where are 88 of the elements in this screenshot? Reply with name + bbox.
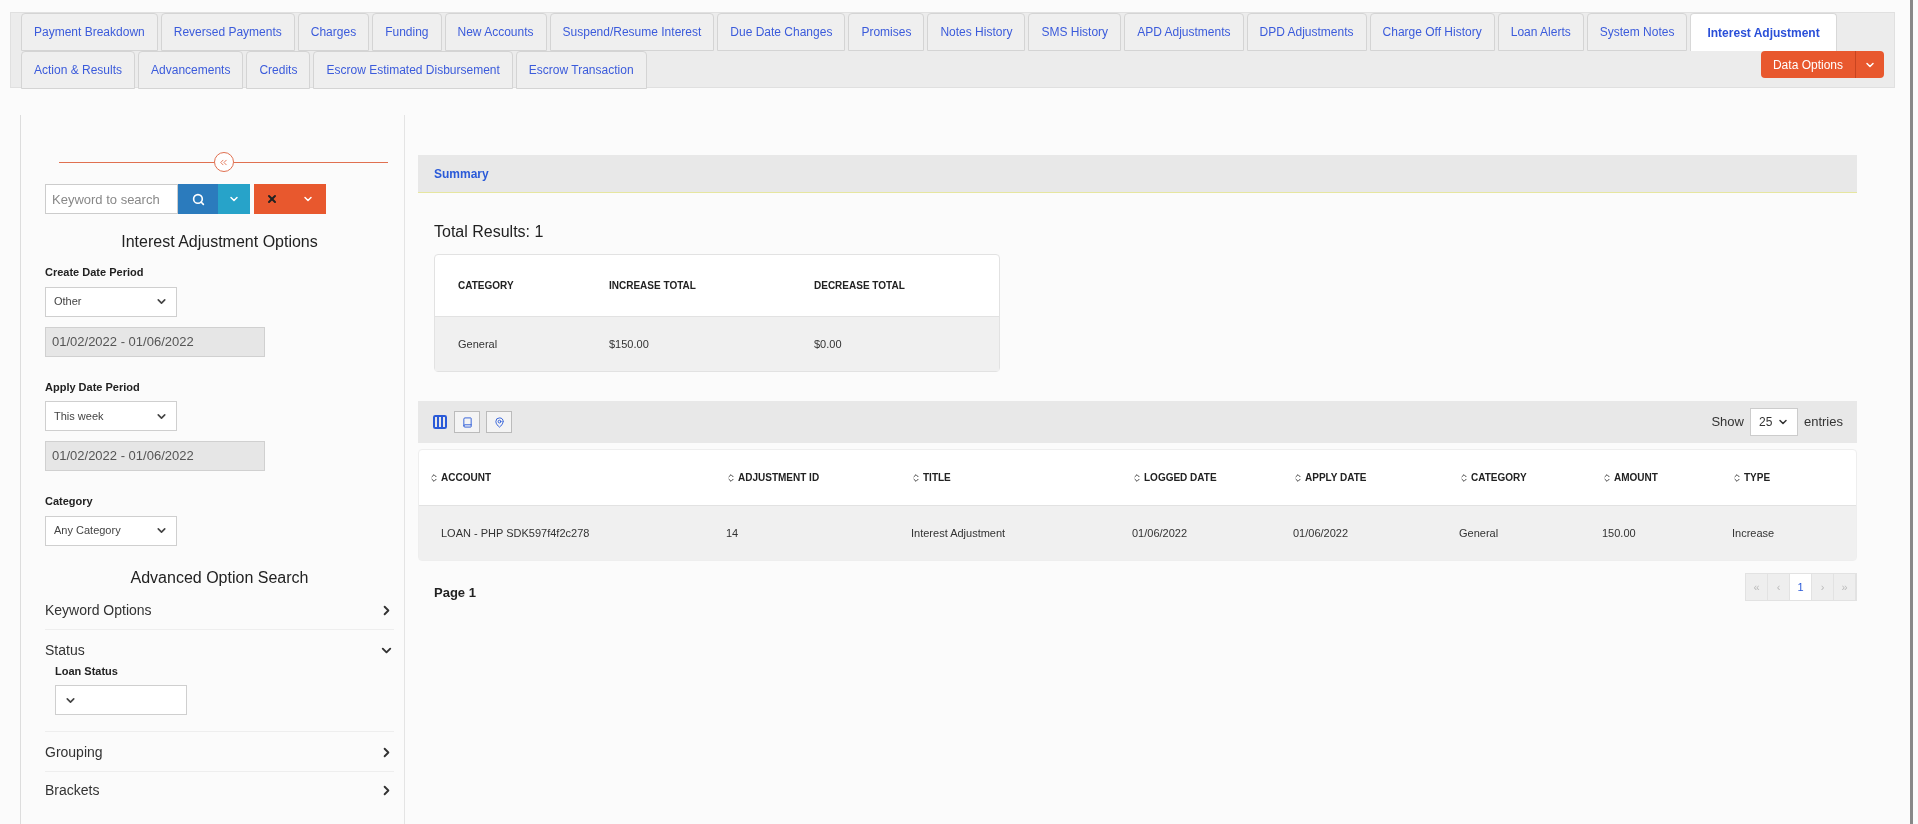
tab[interactable]: System Notes [1586,13,1688,51]
tab[interactable]: Due Date Changes [717,13,846,51]
tab[interactable]: Reversed Payments [160,13,295,51]
column-header[interactable]: LOGGED DATE [1132,470,1293,485]
accordion-header[interactable]: Brackets [45,780,394,801]
tab[interactable]: APD Adjustments [1124,13,1244,51]
sort-icon [1132,472,1142,483]
tab[interactable]: Action & Results [21,51,136,89]
column-header[interactable]: ACCOUNT [429,470,726,485]
sort-icon [1293,472,1303,483]
column-header[interactable]: TITLE [911,470,1132,485]
field-label: Loan Status [55,663,119,679]
tab[interactable]: DPD Adjustments [1246,13,1367,51]
column-header: INCREASE TOTAL [609,279,697,293]
table-cell-text: 150.00 [1602,525,1637,541]
date-range-field[interactable]: 01/02/2022 - 01/06/2022 [45,326,265,357]
column-header: DECREASE TOTAL [814,279,906,293]
tab[interactable]: Payment Breakdown [21,13,158,51]
table-cell-text: 14 [726,525,740,541]
tab[interactable]: Charge Off History [1369,13,1495,51]
data-options-button[interactable]: Data Options [1760,51,1884,78]
tab[interactable]: Advancements [138,51,244,89]
accordion-header[interactable]: Grouping [45,742,394,763]
location-button[interactable] [486,411,512,433]
column-header: CATEGORY [458,279,515,293]
section-title: Interest Adjustment Options [120,232,319,252]
column-header[interactable]: TYPE [1732,470,1832,485]
column-header[interactable]: APPLY DATE [1293,470,1459,485]
field-label: Create Date Period [45,265,145,280]
sort-icon [1732,472,1742,483]
show-label: Show [1711,413,1744,432]
sort-icon [429,472,439,483]
tab[interactable]: Charges [297,13,370,51]
export-button[interactable] [454,411,480,433]
sort-icon [1602,472,1612,483]
column-header[interactable]: CATEGORY [1459,470,1602,485]
search-field[interactable]: Keyword to search [45,184,178,214]
collapse-button[interactable] [213,152,234,172]
tab[interactable]: SMS History [1028,13,1122,51]
section-title: Advanced Option Search [129,567,310,588]
table-cell-text: General [458,336,499,352]
columns-icon [432,414,448,430]
book-icon [461,416,473,428]
column-header[interactable]: AMOUNT [1602,470,1732,485]
tab[interactable]: Suspend/Resume Interest [549,13,715,51]
date-range-field[interactable]: 01/02/2022 - 01/06/2022 [45,441,265,471]
tab[interactable]: Notes History [927,13,1026,51]
pin-icon [493,416,505,428]
tab[interactable]: Interest Adjustment [1690,13,1837,51]
total-results: Total Results: 1 [434,222,545,242]
page-size-select[interactable]: 25 [1749,408,1798,436]
tab[interactable]: Promises [848,13,925,51]
table-cell-text: General [1459,525,1500,541]
table-cell-text: $150.00 [609,336,650,352]
table-cell-text: LOAN - PHP SDK597f4f2c278 [441,525,591,541]
pagination-button[interactable]: 1 [1790,573,1812,600]
accordion-header[interactable]: Status [45,639,394,661]
search-button[interactable] [178,184,218,214]
sort-icon [1459,472,1469,483]
tab[interactable]: Loan Alerts [1497,13,1584,51]
accordion-header[interactable]: Keyword Options [45,599,394,621]
tab[interactable]: Credits [246,51,311,89]
field-label: Category [45,494,94,509]
sort-icon [726,472,736,483]
tab[interactable]: Escrow Estimated Disbursement [313,51,513,89]
dropdown[interactable]: Any Category [45,515,177,546]
sort-icon [911,472,921,483]
summary-title[interactable]: Summary [434,164,489,183]
page-label: Page 1 [434,584,476,602]
table-cell-text: 01/06/2022 [1132,525,1189,541]
search-icon [191,192,205,206]
table-cell-text: Interest Adjustment [911,525,1007,541]
column-header[interactable]: ADJUSTMENT ID [726,470,911,485]
tab[interactable]: New Accounts [444,13,547,51]
close-icon [266,193,278,205]
dropdown[interactable]: This week [45,401,177,431]
tab[interactable]: Funding [372,13,442,51]
dropdown[interactable]: Other [45,286,177,317]
table-cell-text: Increase [1732,525,1776,541]
dropdown[interactable] [55,685,187,715]
tab[interactable]: Escrow Transaction [515,51,647,89]
table-cell-text: 01/06/2022 [1293,525,1350,541]
entries-label: entries [1803,413,1843,432]
clear-button[interactable] [254,184,290,214]
columns-button[interactable] [432,414,448,430]
scrollbar[interactable] [1910,0,1913,824]
field-label: Apply Date Period [45,379,141,395]
table-cell-text: $0.00 [814,336,843,352]
